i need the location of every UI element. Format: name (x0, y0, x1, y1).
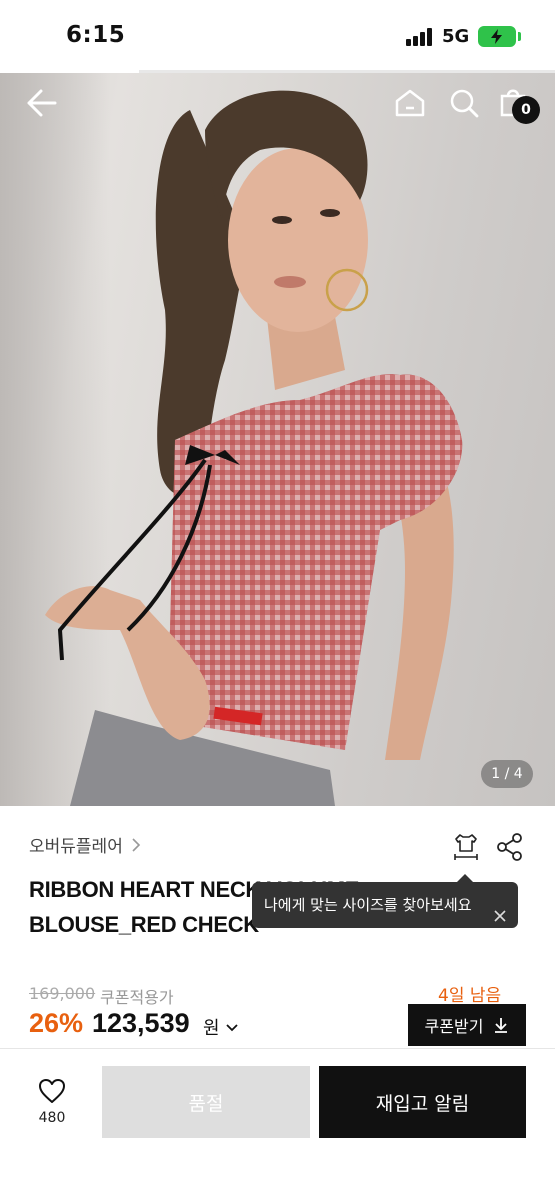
gallery-page-indicator: 1 / 4 (481, 760, 533, 788)
original-price: 169,000 (29, 984, 96, 1003)
product-photo (45, 90, 463, 806)
share-icon (497, 833, 522, 861)
back-button[interactable] (26, 88, 58, 118)
tooltip-close-button[interactable] (492, 896, 508, 922)
restock-notify-label: 재입고 알림 (375, 1092, 470, 1115)
status-bar: 6:15 5G (0, 0, 555, 70)
gallery-progress-fill (0, 70, 139, 73)
chevron-down-icon (226, 1024, 238, 1032)
brand-name: 오버듀플레어 (29, 837, 123, 857)
signal-icon (406, 28, 434, 46)
product-image-gallery[interactable] (0, 70, 555, 806)
cart-count-badge: 0 (512, 96, 540, 124)
sale-price: 123,539 (92, 1008, 190, 1038)
search-button[interactable] (448, 87, 480, 119)
get-coupon-button[interactable]: 쿠폰받기 (408, 1004, 526, 1046)
home-button[interactable] (394, 88, 426, 118)
heart-icon (39, 1079, 65, 1103)
close-icon (494, 910, 506, 922)
share-button[interactable] (495, 832, 525, 862)
status-time: 6:15 (66, 22, 126, 48)
chevron-right-icon (132, 837, 140, 852)
gallery-progress-track (0, 70, 555, 73)
tooltip-arrow (457, 874, 473, 882)
price-detail-toggle[interactable] (225, 1018, 239, 1037)
download-icon (495, 1018, 508, 1033)
back-arrow-icon (27, 89, 57, 117)
soldout-button: 품절 (102, 1066, 310, 1138)
battery-icon (478, 26, 516, 47)
soldout-label: 품절 (188, 1092, 224, 1115)
network-label: 5G (442, 26, 470, 47)
size-tooltip: 나에게 맞는 사이즈를 찾아보세요 (252, 882, 518, 928)
coupon-price-label: 쿠폰적용가 (100, 988, 174, 1007)
get-coupon-label: 쿠폰받기 (424, 1017, 484, 1036)
like-button[interactable]: 480 (26, 1078, 78, 1132)
battery-cap (518, 32, 521, 41)
size-tooltip-text: 나에게 맞는 사이즈를 찾아보세요 (264, 896, 472, 914)
size-guide-icon (454, 834, 478, 860)
like-count: 480 (38, 1110, 66, 1126)
restock-notify-button[interactable]: 재입고 알림 (319, 1066, 526, 1138)
brand-link[interactable]: 오버듀플레어 (29, 832, 141, 857)
search-icon (450, 89, 479, 118)
size-guide-button[interactable] (451, 832, 481, 862)
days-left-label: 4일 남음 (438, 986, 502, 1006)
currency-label: 원 (203, 1018, 220, 1039)
discount-rate: 26% (29, 1008, 84, 1038)
home-icon (395, 89, 425, 117)
